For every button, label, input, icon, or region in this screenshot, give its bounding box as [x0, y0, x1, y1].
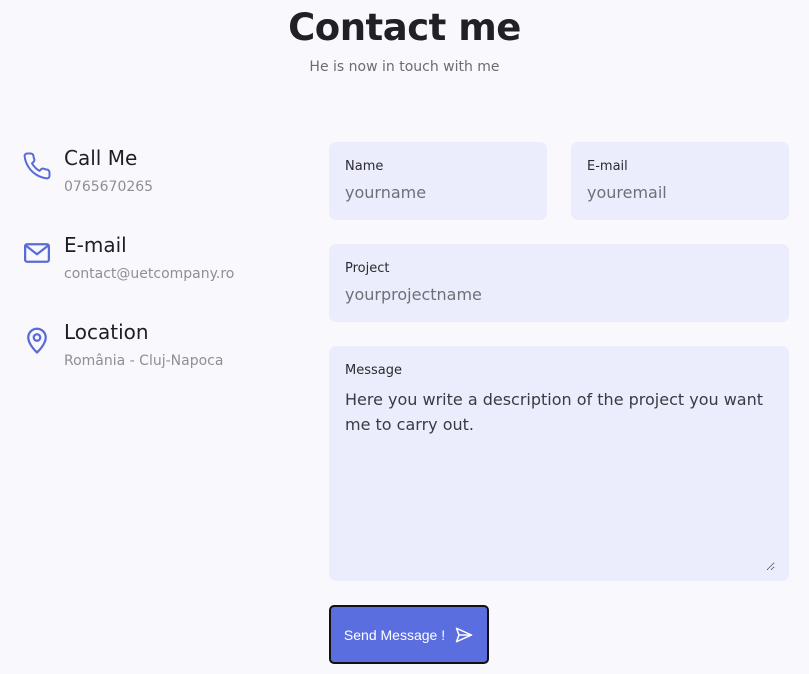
contact-page: Contact me He is now in touch with me Ca…	[0, 0, 809, 674]
name-input[interactable]	[345, 183, 531, 202]
contact-info-email-address: contact@uetcompany.ro	[64, 266, 235, 282]
contact-info-email: E-mail contact@uetcompany.ro	[22, 232, 312, 292]
name-label: Name	[345, 159, 384, 174]
contact-info-title: E-mail	[64, 233, 127, 257]
contact-info-phone: Call Me 0765670265	[22, 145, 312, 205]
phone-icon	[22, 151, 52, 181]
message-field: Message Here you write a description of …	[329, 346, 789, 581]
contact-info-location: Location România - Cluj-Napoca	[22, 319, 312, 379]
email-input[interactable]	[587, 183, 773, 202]
email-label: E-mail	[587, 159, 628, 174]
email-field: E-mail	[571, 142, 789, 220]
contact-info-title: Call Me	[64, 146, 138, 170]
name-field: Name	[329, 142, 547, 220]
send-icon	[454, 625, 474, 645]
contact-info-phone-number: 0765670265	[64, 179, 154, 195]
message-label: Message	[345, 363, 402, 378]
message-textarea[interactable]: Here you write a description of the proj…	[345, 387, 775, 571]
page-subtitle: He is now in touch with me	[309, 59, 500, 75]
project-input[interactable]	[345, 285, 773, 304]
project-label: Project	[345, 261, 390, 276]
location-pin-icon	[22, 325, 52, 355]
contact-info-location-text: România - Cluj-Napoca	[64, 353, 224, 369]
project-field: Project	[329, 244, 789, 322]
send-message-label: Send Message !	[343, 626, 446, 643]
mail-icon	[22, 238, 52, 268]
send-message-button[interactable]: Send Message !	[329, 605, 489, 664]
page-title: Contact me	[288, 6, 521, 49]
contact-info-title: Location	[64, 320, 149, 344]
